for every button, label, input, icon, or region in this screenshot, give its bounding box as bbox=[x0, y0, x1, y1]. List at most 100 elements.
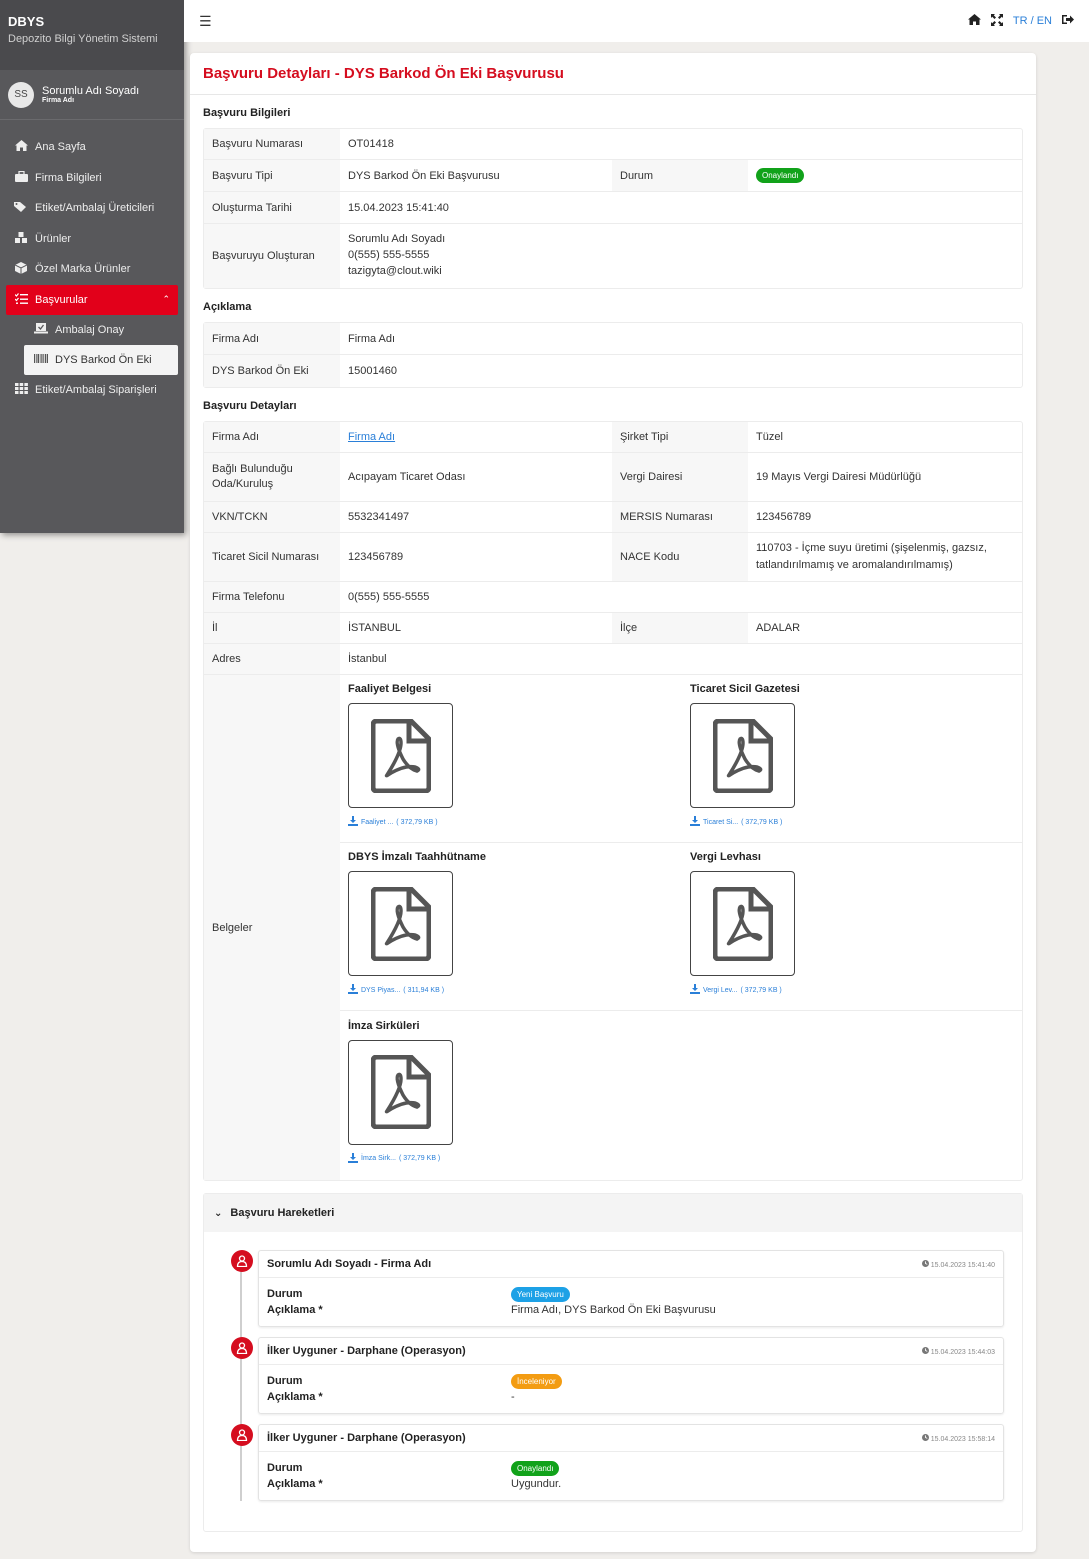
firm-name: Firma Adı bbox=[348, 332, 396, 345]
timeline-description: - bbox=[511, 1391, 515, 1403]
sidebar-subitem-barcode[interactable]: DYS Barkod Ön Eki bbox=[24, 345, 178, 375]
city: İSTANBUL bbox=[348, 622, 401, 634]
sidebar-item-home[interactable]: Ana Sayfa bbox=[0, 132, 184, 163]
page-title: Başvuru Detayları - DYS Barkod Ön Eki Ba… bbox=[190, 53, 1036, 95]
barcode-prefix-label: DYS Barkod Ön Eki bbox=[204, 355, 340, 387]
table-row: Firma Telefonu 0(555) 555-5555 bbox=[204, 582, 1022, 613]
sidebar-item-label: Ana Sayfa bbox=[35, 141, 86, 154]
mersis: 123456789 bbox=[756, 511, 812, 523]
menu-toggle-icon[interactable]: ☰ bbox=[199, 13, 212, 30]
document-download-link[interactable]: Ticaret Si...( 372,79 KB ) bbox=[690, 816, 1014, 828]
timeline-user: İlker Uyguner - Darphane (Operasyon) bbox=[267, 1345, 466, 1357]
movements-title: Başvuru Hareketleri bbox=[230, 1207, 335, 1219]
sidebar-subitem-packaging[interactable]: Ambalaj Onay bbox=[0, 315, 184, 345]
nace-label: NACE Kodu bbox=[612, 533, 748, 581]
tax-office: 19 Mayıs Vergi Dairesi Müdürlüğü bbox=[756, 471, 922, 483]
sidebar-item-products[interactable]: Ürünler bbox=[0, 224, 184, 255]
timeline-timestamp: 15.04.2023 15:41:40 bbox=[930, 1261, 995, 1269]
table-row: Başvuruyu Oluşturan Sorumlu Adı Soyadı 0… bbox=[204, 224, 1022, 288]
application-type: DYS Barkod Ön Eki Başvurusu bbox=[348, 169, 500, 182]
pdf-icon[interactable] bbox=[348, 871, 453, 977]
table-row: Ticaret Sicil Numarası 123456789 NACE Ko… bbox=[204, 533, 1022, 582]
user-panel[interactable]: SS Sorumlu Adı Soyadı Firma Adı bbox=[0, 70, 184, 120]
firm-link[interactable]: Firma Adı bbox=[348, 431, 395, 443]
sidebar-item-applications[interactable]: Başvurular ⌃ bbox=[6, 284, 178, 315]
lang-en[interactable]: EN bbox=[1037, 15, 1052, 27]
clock-icon bbox=[921, 1346, 929, 1356]
address-label: Adres bbox=[204, 644, 340, 674]
download-icon bbox=[348, 1152, 358, 1165]
application-number: OT01418 bbox=[348, 138, 394, 150]
sidebar-item-label: Etiket/Ambalaj Siparişleri bbox=[35, 384, 157, 397]
timeline-item-body: Durum Açıklama * İnceleniyor - bbox=[259, 1365, 1003, 1413]
timeline-values: Yeni Başvuru Firma Adı, DYS Barkod Ön Eki… bbox=[511, 1286, 716, 1318]
clock-icon bbox=[921, 1259, 929, 1269]
chamber-label: Bağlı Bulunduğu Oda/Kuruluş bbox=[204, 453, 340, 501]
timeline-values: İnceleniyor - bbox=[511, 1373, 562, 1405]
detail-firm-cell: Firma Adı bbox=[340, 422, 612, 452]
status-badge: Onaylandı bbox=[756, 168, 805, 183]
mersis-label: MERSIS Numarası bbox=[612, 502, 748, 532]
timeline-description: Firma Adı, DYS Barkod Ön Eki Başvurusu bbox=[511, 1304, 716, 1316]
sidebar-item-label: DYS Barkod Ön Eki bbox=[55, 354, 152, 366]
sidebar-item-orders[interactable]: Etiket/Ambalaj Siparişleri bbox=[0, 375, 184, 406]
firm-name-label: Firma Adı bbox=[204, 323, 340, 354]
timeline-status-badge: Yeni Başvuru bbox=[511, 1287, 570, 1302]
timeline-labels: Durum Açıklama * bbox=[267, 1373, 511, 1405]
timeline-desc-label: Açıklama * bbox=[267, 1391, 323, 1403]
sidebar-item-producers[interactable]: Etiket/Ambalaj Üreticileri bbox=[0, 193, 184, 224]
table-row: Firma Adı Firma Adı Şirket Tipi Tüzel bbox=[204, 422, 1022, 453]
timeline-status-badge: İnceleniyor bbox=[511, 1374, 562, 1389]
list-check-icon bbox=[14, 292, 28, 307]
logout-icon[interactable] bbox=[1062, 14, 1074, 28]
home-icon bbox=[14, 140, 28, 154]
brand-title[interactable]: DBYS bbox=[8, 14, 176, 29]
pdf-icon[interactable] bbox=[348, 1039, 453, 1145]
table-row: Başvuru Tipi DYS Barkod Ön Eki Başvurusu… bbox=[204, 160, 1022, 192]
movements-header[interactable]: ⌄ Başvuru Hareketleri bbox=[204, 1194, 1022, 1232]
document-title: DBYS İmzalı Taahhütname bbox=[348, 851, 486, 864]
pdf-icon[interactable] bbox=[690, 871, 795, 977]
table-row: Firma Adı Firma Adı bbox=[204, 323, 1022, 355]
timeline-status-badge: Onaylandı bbox=[511, 1461, 560, 1476]
timeline-desc-label: Açıklama * bbox=[267, 1304, 323, 1316]
created-date: 15.04.2023 15:41:40 bbox=[348, 201, 449, 214]
home-icon[interactable] bbox=[967, 14, 981, 28]
cube-icon bbox=[14, 261, 28, 277]
document-download-link[interactable]: DYS Piyas...( 311,94 KB ) bbox=[348, 984, 674, 996]
download-icon bbox=[690, 984, 700, 996]
nace-cell: 110703 - İçme suyu üretimi (şişelenmiş, … bbox=[748, 533, 1022, 581]
table-row: İl İSTANBUL İlçe ADALAR bbox=[204, 613, 1022, 644]
pdf-icon[interactable] bbox=[348, 703, 453, 808]
company-type: Tüzel bbox=[756, 431, 783, 443]
document-download-link[interactable]: Vergi Lev...( 372,79 KB ) bbox=[690, 984, 1014, 996]
document-title: Ticaret Sicil Gazetesi bbox=[690, 683, 800, 695]
cubes-icon bbox=[14, 231, 28, 246]
barcode-icon bbox=[34, 354, 48, 366]
download-icon bbox=[348, 984, 358, 996]
timeline-status-label: Durum bbox=[267, 1375, 303, 1387]
timeline-user: İlker Uyguner - Darphane (Operasyon) bbox=[267, 1432, 466, 1444]
document-title: Vergi Levhası bbox=[690, 851, 761, 864]
document-size: ( 372,79 KB ) bbox=[396, 818, 438, 826]
district: ADALAR bbox=[756, 622, 801, 634]
timeline-line bbox=[240, 1262, 242, 1501]
district-label: İlçe bbox=[612, 613, 748, 643]
document-size: ( 311,94 KB ) bbox=[403, 986, 445, 994]
fullscreen-icon[interactable] bbox=[990, 13, 1003, 29]
lang-tr[interactable]: TR bbox=[1013, 15, 1028, 27]
table-row: Bağlı Bulunduğu Oda/Kuruluş Acıpayam Tic… bbox=[204, 453, 1022, 502]
document-card: Faaliyet Belgesi Faaliyet ...( 372,79 KB … bbox=[340, 675, 682, 843]
user-icon bbox=[231, 1337, 253, 1359]
document-download-link[interactable]: Faaliyet ...( 372,79 KB ) bbox=[348, 816, 674, 828]
user-icon bbox=[231, 1424, 253, 1446]
timeline-labels: Durum Açıklama * bbox=[267, 1286, 511, 1318]
sidebar-item-private-products[interactable]: Özel Marka Ürünler bbox=[0, 254, 184, 285]
document-download-link[interactable]: İmza Sirk...( 372,79 KB ) bbox=[348, 1152, 674, 1165]
documents-label: Belgeler bbox=[204, 675, 340, 1180]
document-size: ( 372,79 KB ) bbox=[399, 1155, 441, 1163]
timeline-status-label: Durum bbox=[267, 1288, 303, 1300]
documents-grid: Faaliyet Belgesi Faaliyet ...( 372,79 KB … bbox=[340, 675, 1022, 1180]
pdf-icon[interactable] bbox=[690, 703, 795, 808]
sidebar-item-firm[interactable]: Firma Bilgileri bbox=[0, 163, 184, 194]
